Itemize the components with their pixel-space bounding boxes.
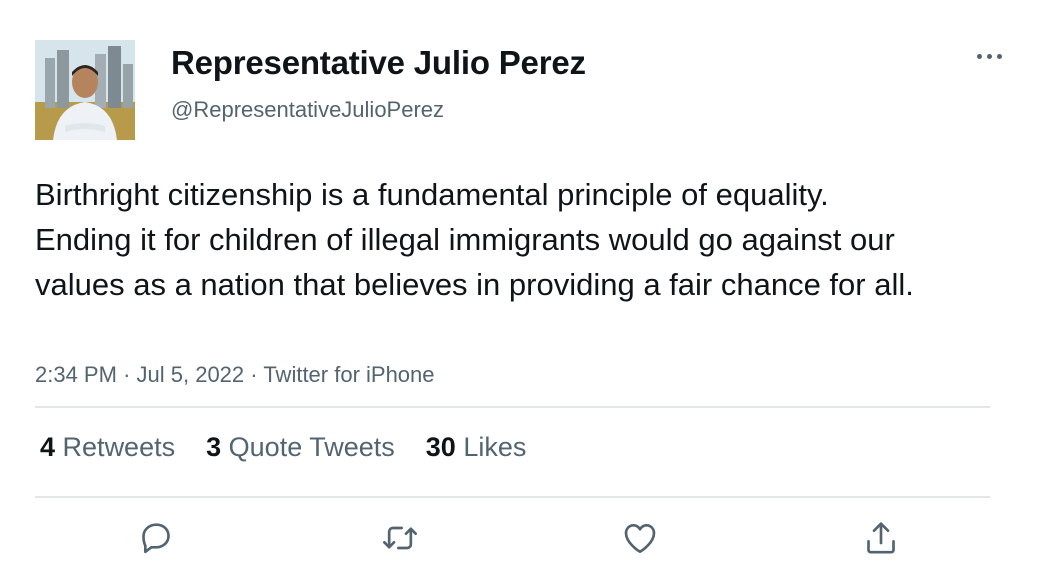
quote-tweets-stat[interactable]: 3 Quote Tweets [206, 432, 395, 463]
retweet-icon [383, 526, 417, 550]
more-dots-icon[interactable] [970, 44, 1008, 68]
retweets-label: Retweets [62, 432, 176, 462]
divider [35, 406, 990, 408]
tweet-time[interactable]: 2:34 PM [35, 362, 117, 387]
likes-count: 30 [425, 432, 456, 462]
quote-tweets-label: Quote Tweets [228, 432, 395, 462]
avatar[interactable] [35, 40, 135, 140]
retweets-count: 4 [40, 432, 56, 462]
avatar-image [35, 40, 135, 140]
display-name[interactable]: Representative Julio Perez [171, 44, 586, 82]
quote-tweets-count: 3 [206, 432, 222, 462]
dot [996, 53, 1002, 59]
user-handle[interactable]: @RepresentativeJulioPerez [171, 97, 444, 123]
retweets-stat[interactable]: 4 Retweets [40, 432, 175, 463]
meta-separator: · [250, 362, 258, 387]
tweet-date[interactable]: Jul 5, 2022 [137, 362, 245, 387]
like-button[interactable] [617, 515, 663, 561]
reply-icon [142, 523, 170, 554]
action-bar [0, 515, 1050, 565]
retweet-button[interactable] [377, 515, 423, 561]
like-icon [624, 524, 656, 553]
tweet-source[interactable]: Twitter for iPhone [263, 362, 434, 387]
likes-label: Likes [463, 432, 527, 462]
divider [35, 496, 990, 498]
share-icon [867, 522, 895, 554]
tweet-stats: 4 Retweets 3 Quote Tweets 30 Likes [40, 432, 526, 463]
tweet-text: Birthright citizenship is a fundamental … [35, 177, 914, 302]
dot [986, 53, 992, 59]
share-button[interactable] [858, 515, 904, 561]
tweet-meta: 2:34 PM · Jul 5, 2022 · Twitter for iPho… [35, 362, 435, 388]
dot [976, 53, 982, 59]
meta-separator: · [123, 362, 131, 387]
reply-button[interactable] [133, 515, 179, 561]
likes-stat[interactable]: 30 Likes [426, 432, 527, 463]
